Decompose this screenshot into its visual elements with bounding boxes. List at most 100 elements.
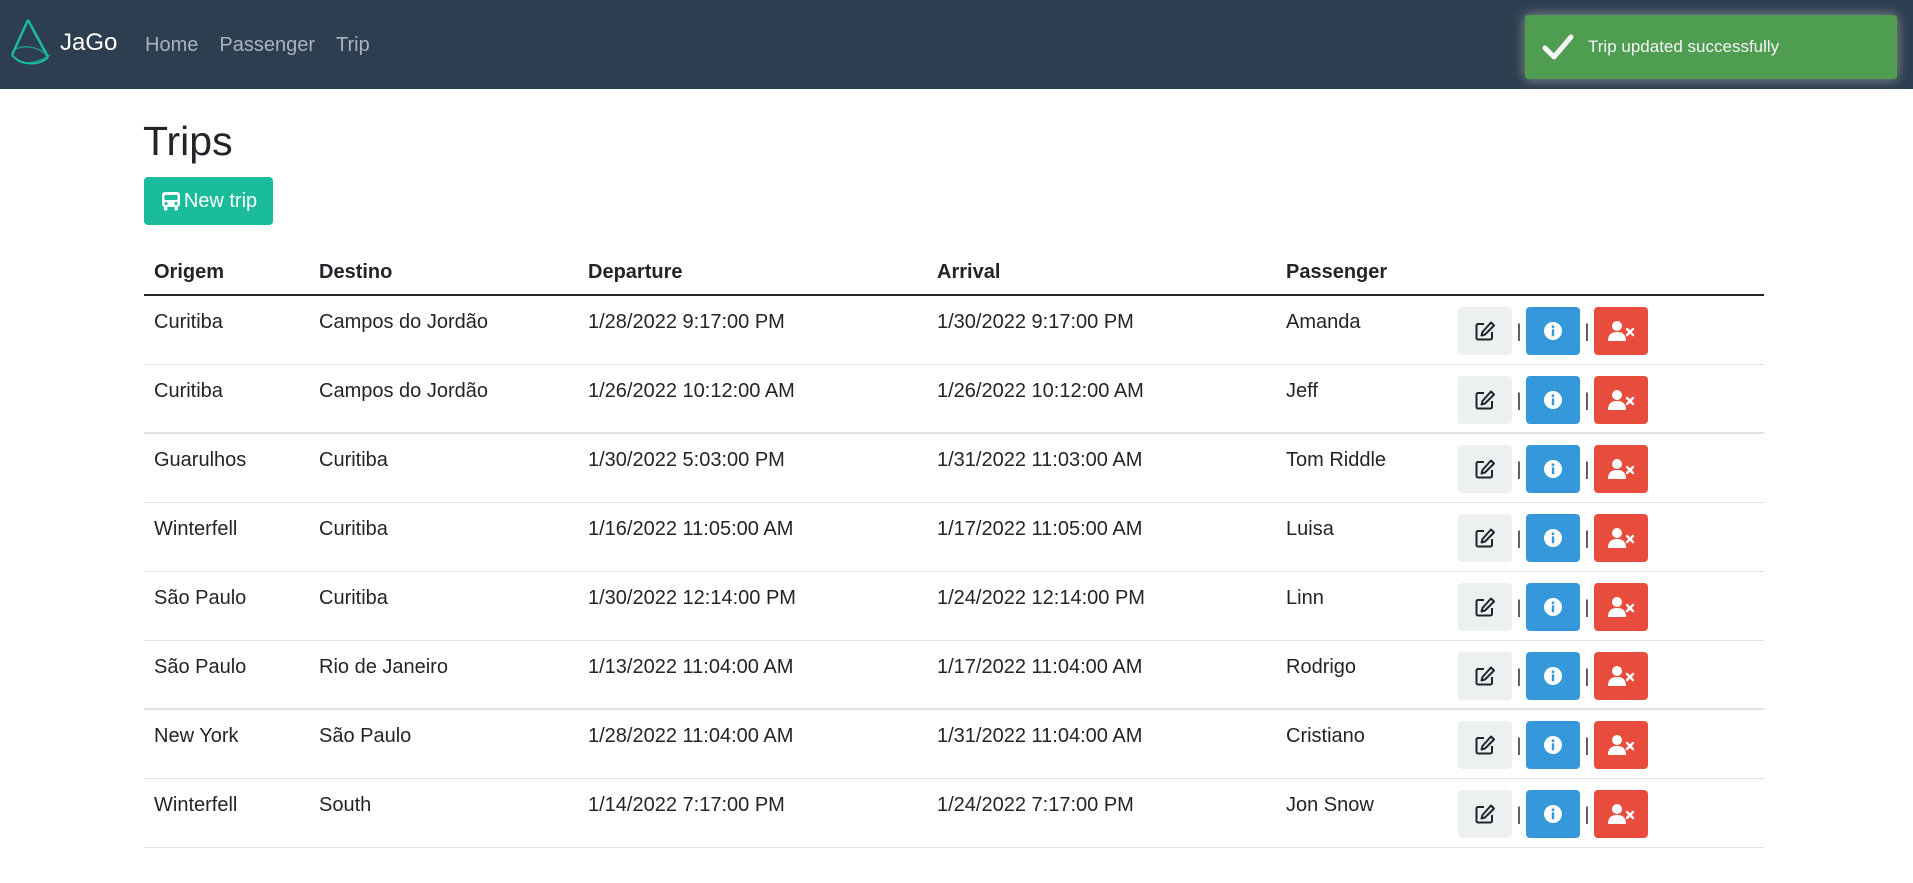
nav-passenger[interactable]: Passenger — [219, 33, 315, 57]
cell-destino: Curitiba — [319, 449, 388, 471]
edit-icon — [1475, 390, 1495, 410]
cell-destino: Campos do Jordão — [319, 311, 488, 333]
header-arrival: Arrival — [937, 261, 1001, 283]
table-row: Curitiba Campos do Jordão 1/26/2022 10:1… — [144, 365, 1764, 434]
logo-icon — [10, 19, 51, 65]
delete-button[interactable] — [1594, 583, 1648, 631]
edit-button[interactable] — [1458, 583, 1512, 631]
separator: | — [1584, 320, 1590, 341]
cell-arrival: 1/26/2022 10:12:00 AM — [937, 380, 1144, 402]
brand[interactable]: JaGo — [8, 17, 117, 69]
cell-arrival: 1/31/2022 11:03:00 AM — [937, 449, 1143, 471]
cell-destino: South — [319, 794, 372, 816]
remove-user-icon — [1608, 390, 1635, 410]
cell-origem: Curitiba — [154, 380, 223, 402]
edit-icon — [1475, 804, 1495, 824]
details-button[interactable] — [1526, 376, 1580, 424]
edit-icon — [1475, 528, 1495, 548]
details-button[interactable] — [1526, 721, 1580, 769]
row-actions: | | — [1458, 307, 1648, 355]
row-actions: | | — [1458, 583, 1648, 631]
delete-button[interactable] — [1594, 376, 1648, 424]
separator: | — [1516, 527, 1522, 548]
cell-destino: Curitiba — [319, 518, 388, 540]
success-toast[interactable]: Trip updated successfully — [1525, 15, 1897, 79]
remove-user-icon — [1608, 597, 1635, 617]
cell-arrival: 1/31/2022 11:04:00 AM — [937, 725, 1143, 747]
edit-button[interactable] — [1458, 652, 1512, 700]
details-button[interactable] — [1526, 307, 1580, 355]
details-button[interactable] — [1526, 790, 1580, 838]
nav-home[interactable]: Home — [145, 33, 198, 57]
separator: | — [1584, 734, 1590, 755]
new-trip-button[interactable]: New trip — [144, 177, 273, 225]
edit-icon — [1475, 597, 1495, 617]
separator: | — [1516, 320, 1522, 341]
edit-icon — [1475, 666, 1495, 686]
separator: | — [1584, 803, 1590, 824]
header-passenger: Passenger — [1286, 261, 1388, 283]
details-button[interactable] — [1526, 445, 1580, 493]
edit-button[interactable] — [1458, 721, 1512, 769]
separator: | — [1584, 527, 1590, 548]
cell-destino: Campos do Jordão — [319, 380, 488, 402]
nav-trip[interactable]: Trip — [336, 33, 370, 57]
header-origem: Origem — [154, 261, 225, 283]
cell-departure: 1/14/2022 7:17:00 PM — [588, 794, 785, 816]
delete-button[interactable] — [1594, 514, 1648, 562]
trips-table: Origem Destino Departure Arrival Passeng… — [144, 250, 1764, 848]
delete-button[interactable] — [1594, 652, 1648, 700]
cell-departure: 1/13/2022 11:04:00 AM — [588, 656, 794, 678]
cell-origem: Winterfell — [154, 518, 238, 540]
table-header: Origem Destino Departure Arrival Passeng… — [144, 250, 1764, 296]
row-actions: | | — [1458, 652, 1648, 700]
info-icon — [1544, 391, 1562, 409]
cell-arrival: 1/24/2022 7:17:00 PM — [937, 794, 1134, 816]
separator: | — [1584, 665, 1590, 686]
cell-departure: 1/28/2022 11:04:00 AM — [588, 725, 794, 747]
edit-button[interactable] — [1458, 514, 1512, 562]
cell-origem: Curitiba — [154, 311, 223, 333]
separator: | — [1516, 458, 1522, 479]
cell-origem: São Paulo — [154, 656, 247, 678]
delete-button[interactable] — [1594, 790, 1648, 838]
cell-passenger: Jeff — [1286, 380, 1318, 402]
cell-origem: Winterfell — [154, 794, 238, 816]
header-departure: Departure — [588, 261, 683, 283]
cell-destino: Rio de Janeiro — [319, 656, 448, 678]
remove-user-icon — [1608, 459, 1635, 479]
info-icon — [1544, 667, 1562, 685]
cell-origem: São Paulo — [154, 587, 247, 609]
cell-departure: 1/30/2022 12:14:00 PM — [588, 587, 796, 609]
cell-origem: Guarulhos — [154, 449, 247, 471]
edit-button[interactable] — [1458, 307, 1512, 355]
new-trip-label: New trip — [183, 189, 258, 212]
cell-passenger: Tom Riddle — [1286, 449, 1387, 471]
row-actions: | | — [1458, 790, 1648, 838]
edit-icon — [1475, 459, 1495, 479]
separator: | — [1584, 458, 1590, 479]
separator: | — [1584, 389, 1590, 410]
row-actions: | | — [1458, 721, 1648, 769]
details-button[interactable] — [1526, 583, 1580, 631]
nav-links: Home Passenger Trip — [145, 33, 391, 57]
info-icon — [1544, 322, 1562, 340]
details-button[interactable] — [1526, 652, 1580, 700]
cell-passenger: Jon Snow — [1286, 794, 1374, 816]
edit-button[interactable] — [1458, 376, 1512, 424]
remove-user-icon — [1608, 321, 1635, 341]
row-actions: | | — [1458, 514, 1648, 562]
header-destino: Destino — [319, 261, 393, 283]
separator: | — [1516, 389, 1522, 410]
delete-button[interactable] — [1594, 445, 1648, 493]
delete-button[interactable] — [1594, 307, 1648, 355]
separator: | — [1516, 596, 1522, 617]
info-icon — [1544, 529, 1562, 547]
details-button[interactable] — [1526, 514, 1580, 562]
cell-departure: 1/28/2022 9:17:00 PM — [588, 311, 785, 333]
edit-button[interactable] — [1458, 445, 1512, 493]
table-row: New York São Paulo 1/28/2022 11:04:00 AM… — [144, 710, 1764, 779]
delete-button[interactable] — [1594, 721, 1648, 769]
edit-button[interactable] — [1458, 790, 1512, 838]
edit-icon — [1475, 321, 1495, 341]
